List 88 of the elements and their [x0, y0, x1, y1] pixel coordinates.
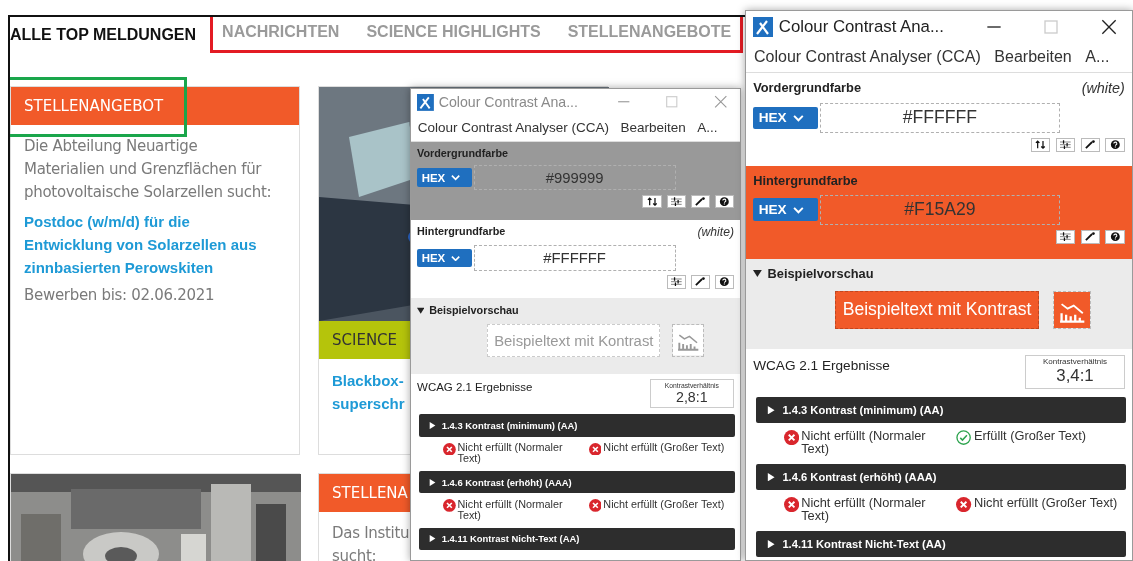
eyedropper-icon: [1084, 140, 1096, 150]
menu-item[interactable]: A...: [1085, 48, 1110, 67]
section-label: Vordergrundfarbe: [753, 79, 862, 96]
eyedropper-icon: [1084, 232, 1096, 242]
sample-text: Beispieltext mit Kontrast: [487, 324, 661, 357]
chevron-icon: [793, 205, 805, 214]
color-name: (white): [697, 225, 734, 240]
tool-button[interactable]: [1105, 138, 1125, 152]
result-text: Nicht erfüllt (Großer Text): [603, 441, 725, 453]
eyedropper-icon: [694, 277, 706, 287]
tool-button[interactable]: [1080, 138, 1100, 152]
menu-item[interactable]: A...: [697, 120, 718, 136]
tool-button[interactable]: [714, 275, 734, 289]
result-text: Nicht erfüllt (Großer Text): [973, 496, 1118, 510]
section-label: Hintergrundfarbe: [417, 225, 506, 240]
format-dropdown[interactable]: HEX: [417, 248, 473, 268]
format-dropdown[interactable]: HEX: [753, 106, 819, 130]
tool-button[interactable]: [1105, 230, 1125, 244]
chart-icon: [1053, 290, 1092, 330]
section-label: Vordergrundfarbe: [417, 147, 509, 159]
ratio-value: 3,4:1: [1056, 366, 1094, 387]
format-dropdown[interactable]: HEX: [753, 198, 819, 221]
deadline-text: Bewerben bis: 02.06.2021: [24, 285, 216, 306]
sliders-icon: [670, 197, 682, 207]
chevron-icon: [450, 254, 461, 262]
criterion-header[interactable]: 1.4.6 Kontrast (erhöht) (AAA): [419, 470, 736, 494]
eyedropper-icon: [694, 197, 706, 207]
results-title: WCAG 2.1 Ergebnisse: [753, 357, 890, 375]
menu-item[interactable]: Bearbeiten: [994, 48, 1072, 67]
card-text: Das Institu: [332, 523, 410, 544]
result-text: Nicht erfüllt (Normaler Text): [457, 441, 564, 464]
swap-icon: [646, 197, 658, 207]
triangle-icon[interactable]: [753, 269, 762, 279]
tool-button[interactable]: [690, 275, 710, 289]
chevron-icon: [450, 174, 461, 182]
app-logo-icon: [753, 16, 774, 37]
format-dropdown[interactable]: HEX: [417, 168, 473, 188]
hex-field[interactable]: #999999: [473, 165, 676, 191]
sliders-icon: [670, 277, 682, 287]
tool-button[interactable]: [666, 195, 686, 209]
section-label: Beispielvorschau: [429, 304, 519, 317]
help-icon: [1109, 232, 1121, 242]
section-label: Beispielvorschau: [767, 266, 874, 282]
help-icon: [1109, 140, 1121, 150]
window-title: Colour Contrast Ana...: [438, 94, 578, 111]
tool-button[interactable]: [1030, 138, 1051, 152]
window-title: Colour Contrast Ana...: [778, 16, 944, 37]
criterion-header[interactable]: 1.4.11 Kontrast Nicht-Text (AA): [419, 527, 736, 550]
close-icon[interactable]: [1100, 18, 1117, 35]
tool-button[interactable]: [690, 195, 710, 209]
tool-button[interactable]: [642, 195, 662, 209]
card-text: Die Abteilung Neuartige Materialien und Grenzflächen für photovoltaische Solarzellen sucht:: [24, 136, 272, 203]
section-label: Hintergrundfarbe: [753, 172, 858, 188]
results-title: WCAG 2.1 Ergebnisse: [417, 381, 533, 396]
app-logo-icon: [417, 93, 434, 111]
hex-field[interactable]: #FFFFFF: [473, 245, 676, 271]
tool-button[interactable]: [1080, 230, 1100, 244]
ratio-label: Kontrastverhältnis: [1043, 357, 1108, 367]
triangle-icon[interactable]: [417, 306, 425, 314]
sliders-icon: [1059, 232, 1071, 242]
criterion-header[interactable]: 1.4.6 Kontrast (erhöht) (AAA): [755, 463, 1127, 490]
hex-field[interactable]: #F15A29: [820, 194, 1060, 225]
chevron-icon: [793, 113, 805, 122]
help-icon: [718, 197, 730, 207]
help-icon: [718, 277, 730, 287]
hex-field[interactable]: #FFFFFF: [820, 102, 1060, 133]
card-text: sucht:: [332, 546, 377, 561]
tool-button[interactable]: [1055, 230, 1075, 244]
criterion-header[interactable]: 1.4.3 Kontrast (minimum) (AA): [755, 396, 1127, 423]
tool-button[interactable]: [1055, 138, 1075, 152]
color-name: (white): [1081, 79, 1125, 96]
nav-tab[interactable]: ALLE TOP MELDUNGEN: [10, 26, 197, 44]
category-label: STELLENANGEBOT: [11, 87, 299, 125]
menu-item[interactable]: Colour Contrast Analyser (CCA): [417, 120, 610, 136]
result-text: Erfüllt (Großer Text): [973, 429, 1087, 443]
result-text: Nicht erfüllt (Normaler Text): [801, 496, 927, 523]
sample-text: Beispieltext mit Kontrast: [834, 290, 1040, 329]
menu-item[interactable]: Bearbeiten: [620, 120, 686, 136]
tool-button[interactable]: [714, 195, 734, 209]
chart-icon: [671, 324, 705, 357]
criterion-header[interactable]: 1.4.11 Kontrast Nicht-Text (AA): [755, 530, 1127, 558]
sliders-icon: [1059, 140, 1071, 150]
criterion-header[interactable]: 1.4.3 Kontrast (minimum) (AA): [419, 414, 736, 437]
swap-icon: [1035, 140, 1046, 150]
result-text: Nicht erfüllt (Normaler Text): [801, 429, 927, 456]
ratio-value: 2,8:1: [676, 389, 708, 406]
tool-button[interactable]: [666, 275, 686, 289]
menu-item[interactable]: Colour Contrast Analyser (CCA): [754, 48, 981, 67]
